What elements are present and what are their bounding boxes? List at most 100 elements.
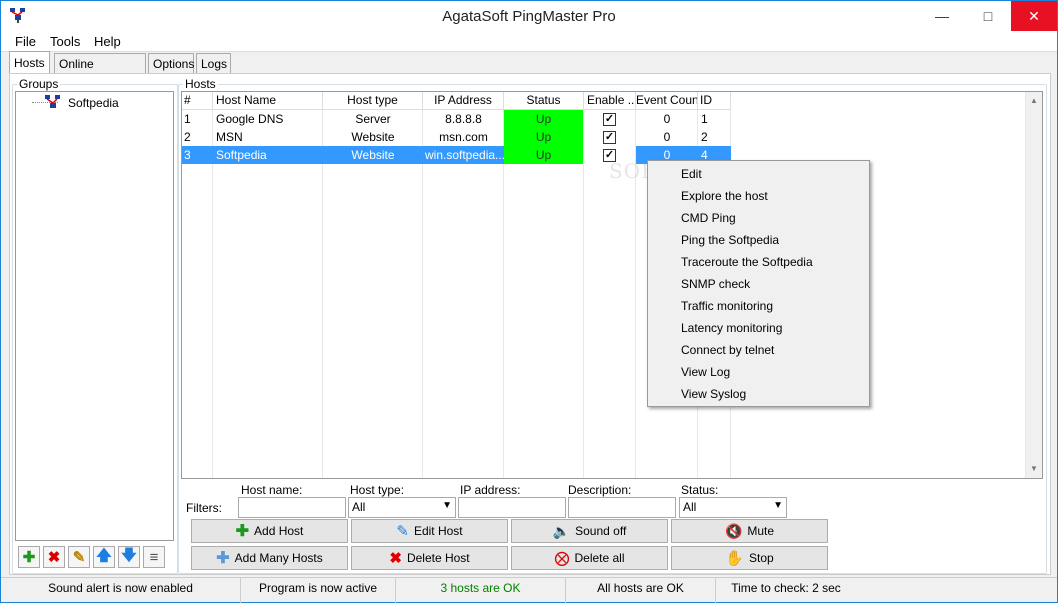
- delete-all-circle-icon: ⨂: [554, 550, 570, 567]
- cell-host-type[interactable]: Website: [323, 128, 423, 146]
- edit-group-button[interactable]: ✎: [68, 546, 90, 568]
- column-header-enabled[interactable]: Enable ...: [584, 92, 636, 110]
- plus-icon: ✚: [22, 549, 36, 566]
- status-time-to-check: Time to check: 2 sec: [731, 581, 841, 595]
- cell-id[interactable]: 2: [701, 128, 731, 146]
- arrow-up-icon: 🡅: [96, 546, 112, 564]
- cell-ip-address[interactable]: win.softpedia....: [423, 146, 504, 164]
- column-header-status[interactable]: Status: [504, 92, 584, 110]
- enabled-checkbox[interactable]: ✓: [603, 113, 616, 126]
- cell-status[interactable]: Up: [504, 110, 583, 128]
- vertical-scrollbar[interactable]: ▲ ▼: [1025, 92, 1042, 478]
- delete-host-label: Delete Host: [406, 551, 470, 565]
- tab-options[interactable]: Options: [148, 53, 194, 73]
- ctx-latency-monitoring[interactable]: Latency monitoring: [681, 321, 782, 335]
- host-type-filter-select[interactable]: All ▼: [348, 497, 456, 518]
- status-filter-select[interactable]: All ▼: [679, 497, 787, 518]
- app-window: AgataSoft PingMaster Pro — □ ✕ File Tool…: [0, 0, 1058, 603]
- edit-host-button[interactable]: ✎ Edit Host: [351, 519, 508, 543]
- cell-host-name[interactable]: Softpedia: [213, 146, 323, 164]
- cell-num[interactable]: 3: [182, 146, 213, 164]
- mute-button[interactable]: 🔇 Mute: [671, 519, 828, 543]
- window-title: AgataSoft PingMaster Pro: [442, 8, 616, 25]
- list-icon: ≡: [149, 548, 159, 566]
- menu-file[interactable]: File: [15, 34, 36, 49]
- ctx-explore-host[interactable]: Explore the host: [681, 189, 768, 203]
- ctx-traceroute[interactable]: Traceroute the Softpedia: [681, 255, 813, 269]
- move-up-button[interactable]: 🡅: [93, 546, 115, 568]
- cell-status[interactable]: Up: [504, 128, 583, 146]
- ip-address-filter-input[interactable]: [458, 497, 566, 518]
- move-down-button[interactable]: 🡇: [118, 546, 140, 568]
- status-sound-alert: Sound alert is now enabled: [1, 578, 241, 603]
- column-header-event-count[interactable]: Event Count: [636, 92, 698, 110]
- menu-help[interactable]: Help: [94, 34, 121, 49]
- tab-logs[interactable]: Logs: [196, 53, 231, 73]
- tab-hosts[interactable]: Hosts: [9, 51, 50, 73]
- cell-num[interactable]: 2: [184, 128, 212, 146]
- ctx-connect-telnet[interactable]: Connect by telnet: [681, 343, 774, 357]
- menu-tools[interactable]: Tools: [50, 34, 80, 49]
- plus-multiple-icon: ✚: [216, 550, 230, 567]
- pencil-icon: ✎: [72, 549, 86, 566]
- cell-id[interactable]: 1: [701, 110, 731, 128]
- delete-x-icon: ✖: [389, 550, 402, 567]
- column-header-id[interactable]: ID: [698, 92, 731, 110]
- description-filter-input[interactable]: [568, 497, 676, 518]
- column-header-ip-address[interactable]: IP Address: [423, 92, 504, 110]
- delete-all-button[interactable]: ⨂ Delete all: [511, 546, 668, 570]
- minimize-button[interactable]: —: [919, 1, 965, 31]
- ctx-cmd-ping[interactable]: CMD Ping: [681, 211, 736, 225]
- add-many-hosts-button[interactable]: ✚ Add Many Hosts: [191, 546, 348, 570]
- scroll-down-icon[interactable]: ▼: [1030, 464, 1038, 473]
- cell-event-count[interactable]: 0: [636, 110, 698, 128]
- chevron-down-icon: ▼: [773, 500, 783, 511]
- checkmark-icon: ✓: [604, 131, 615, 143]
- ctx-ping-host[interactable]: Ping the Softpedia: [681, 233, 779, 247]
- delete-group-button[interactable]: ✖: [43, 546, 65, 568]
- column-header-num[interactable]: #: [182, 92, 213, 110]
- add-host-button[interactable]: ✚ Add Host: [191, 519, 348, 543]
- groups-tree[interactable]: Softpedia: [15, 91, 174, 541]
- title-bar: AgataSoft PingMaster Pro — □ ✕: [1, 1, 1057, 32]
- list-view-button[interactable]: ≡: [143, 546, 165, 568]
- ctx-edit[interactable]: Edit: [681, 167, 702, 181]
- add-host-label: Add Host: [254, 524, 304, 538]
- ctx-snmp-check[interactable]: SNMP check: [681, 277, 750, 291]
- cell-host-type[interactable]: Server: [323, 110, 423, 128]
- column-header-host-name[interactable]: Host Name: [213, 92, 323, 110]
- edit-icon: ✎: [396, 523, 409, 540]
- stop-hand-icon: ✋: [725, 550, 744, 567]
- hosts-table[interactable]: # Host Name Host type IP Address Status …: [181, 91, 1043, 479]
- stop-label: Stop: [749, 551, 774, 565]
- add-group-button[interactable]: ✚: [18, 546, 40, 568]
- cell-ip-address[interactable]: 8.8.8.8: [423, 110, 504, 128]
- sound-off-button[interactable]: 🔈 Sound off: [511, 519, 668, 543]
- stop-button[interactable]: ✋ Stop: [671, 546, 828, 570]
- tab-online-monitoring[interactable]: Online monitoring: [54, 53, 146, 85]
- delete-x-icon: ✖: [47, 549, 61, 566]
- cell-host-name[interactable]: Google DNS: [216, 110, 321, 128]
- scroll-up-icon[interactable]: ▲: [1030, 96, 1038, 105]
- ctx-traffic-monitoring[interactable]: Traffic monitoring: [681, 299, 773, 313]
- hosts-legend: Hosts: [185, 77, 216, 91]
- cell-num[interactable]: 1: [184, 110, 212, 128]
- tree-item-softpedia[interactable]: Softpedia: [68, 96, 119, 110]
- menu-bar: File Tools Help: [1, 32, 1057, 52]
- column-header-host-type[interactable]: Host type: [323, 92, 423, 110]
- cell-status[interactable]: Up: [504, 146, 583, 164]
- cell-event-count[interactable]: 0: [636, 128, 698, 146]
- maximize-button[interactable]: □: [965, 1, 1011, 31]
- close-button[interactable]: ✕: [1011, 1, 1057, 31]
- host-type-filter-label: Host type:: [350, 483, 405, 497]
- host-name-filter-input[interactable]: [238, 497, 346, 518]
- cell-ip-address[interactable]: msn.com: [423, 128, 504, 146]
- ctx-view-log[interactable]: View Log: [681, 365, 730, 379]
- host-type-filter-value: All: [352, 500, 366, 514]
- ctx-view-syslog[interactable]: View Syslog: [681, 387, 746, 401]
- cell-host-name[interactable]: MSN: [216, 128, 321, 146]
- enabled-checkbox[interactable]: ✓: [603, 131, 616, 144]
- cell-host-type[interactable]: Website: [323, 146, 423, 164]
- close-icon: ✕: [1028, 7, 1040, 24]
- delete-host-button[interactable]: ✖ Delete Host: [351, 546, 508, 570]
